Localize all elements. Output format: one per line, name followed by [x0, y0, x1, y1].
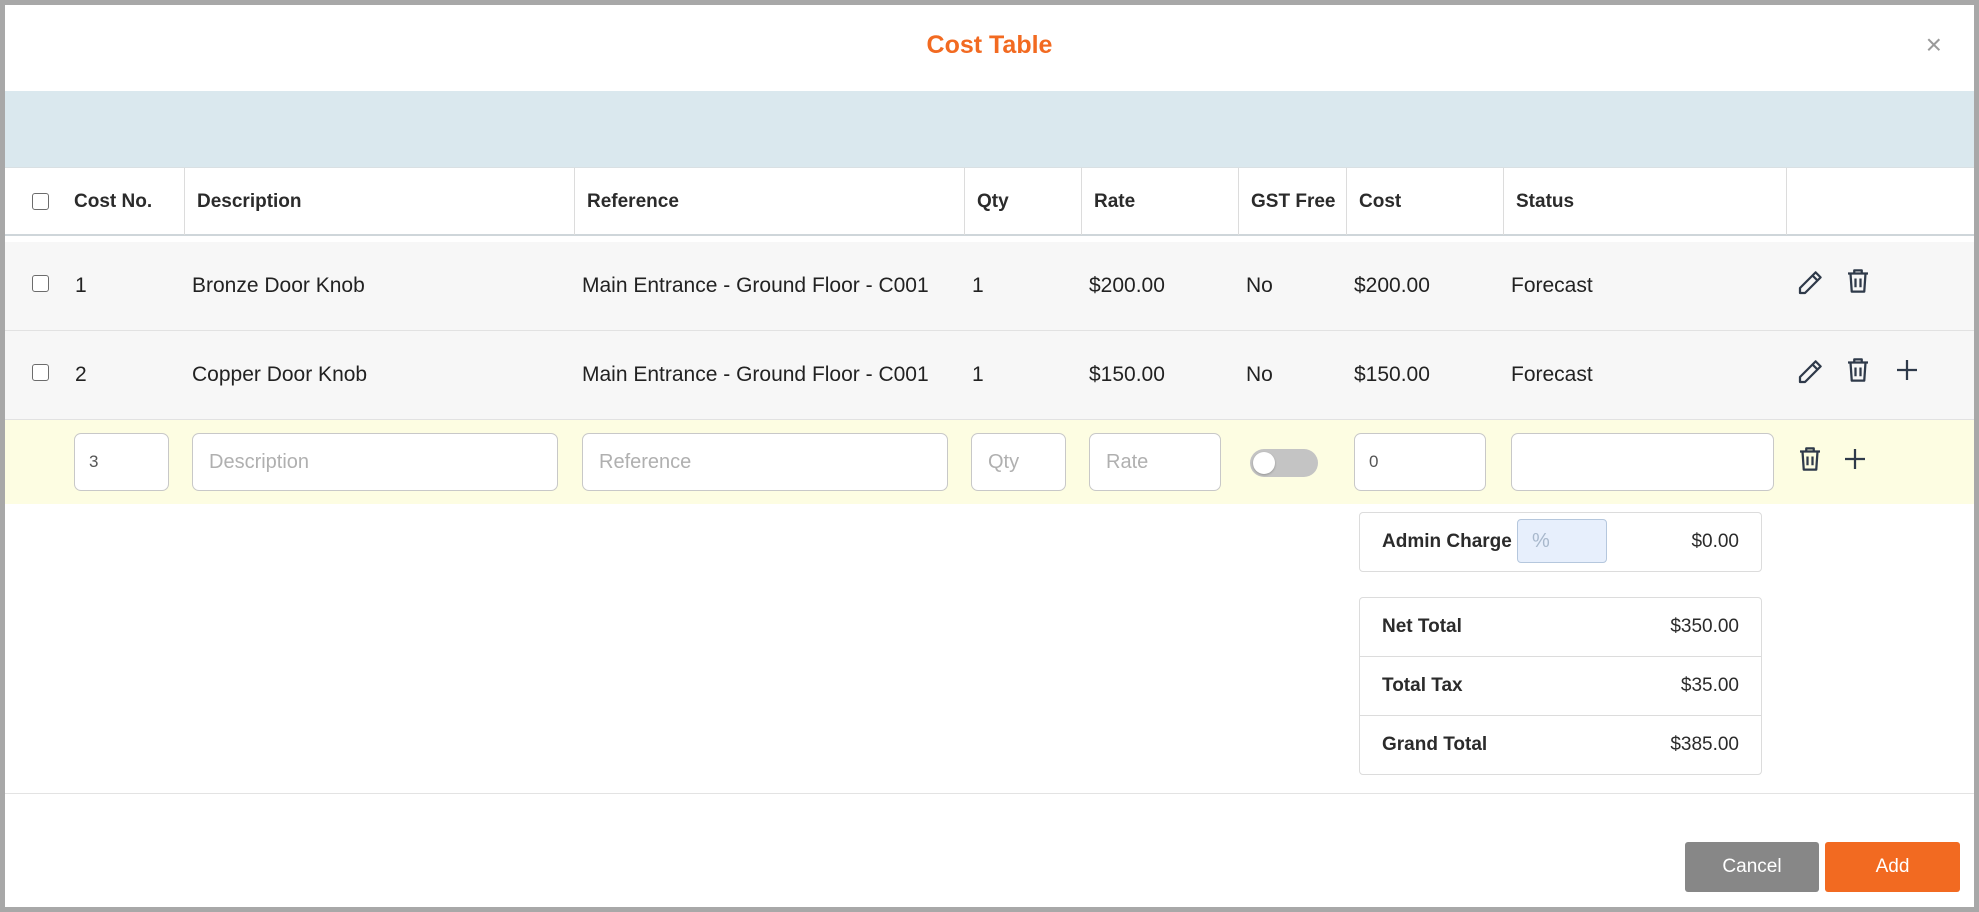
cost-input[interactable]	[1354, 433, 1486, 491]
plus-icon[interactable]	[1840, 444, 1870, 474]
pencil-icon[interactable]	[1795, 357, 1825, 387]
column-header-actions	[1787, 168, 1974, 235]
new-cost-row	[5, 420, 1974, 504]
cell-rate: $200.00	[1089, 274, 1165, 297]
net-total-value: $350.00	[1670, 616, 1739, 637]
cell-status: Forecast	[1511, 363, 1593, 386]
grand-total-label: Grand Total	[1382, 734, 1488, 755]
total-tax-value: $35.00	[1680, 675, 1739, 696]
column-header-cost-no: Cost No.	[62, 168, 185, 235]
trash-icon[interactable]	[1843, 355, 1873, 385]
trash-icon[interactable]	[1843, 266, 1873, 296]
total-tax-label: Total Tax	[1382, 675, 1463, 696]
column-header-qty: Qty	[965, 168, 1082, 235]
total-tax-row: Total Tax $35.00	[1360, 656, 1761, 715]
admin-charge-box: Admin Charge $0.00	[1359, 512, 1762, 572]
cancel-button[interactable]: Cancel	[1685, 842, 1819, 892]
net-total-row: Net Total $350.00	[1360, 598, 1761, 656]
cell-rate: $150.00	[1089, 363, 1165, 386]
close-icon[interactable]: ×	[1926, 31, 1942, 59]
cell-reference: Main Entrance - Ground Floor - C001	[582, 363, 929, 386]
cell-gst-free: No	[1246, 274, 1273, 297]
admin-charge-percent-input[interactable]	[1517, 519, 1607, 563]
cost-no-input[interactable]	[74, 433, 169, 491]
cell-description: Copper Door Knob	[192, 363, 368, 386]
description-input[interactable]	[192, 433, 558, 491]
pencil-icon[interactable]	[1795, 268, 1825, 298]
status-input[interactable]	[1511, 433, 1774, 491]
column-header-rate: Rate	[1082, 168, 1239, 235]
cell-gst-free: No	[1246, 363, 1273, 386]
qty-input[interactable]	[971, 433, 1066, 491]
cell-description: Bronze Door Knob	[192, 274, 365, 297]
cell-reference: Main Entrance - Ground Floor - C001	[582, 274, 929, 297]
rate-input[interactable]	[1089, 433, 1221, 491]
footer-divider	[5, 793, 1974, 794]
gst-free-toggle[interactable]	[1250, 449, 1318, 477]
trash-icon[interactable]	[1795, 444, 1825, 474]
select-all-checkbox[interactable]	[32, 193, 49, 210]
admin-charge-label: Admin Charge	[1382, 531, 1512, 552]
column-header-description: Description	[185, 168, 575, 235]
table-header: Cost No. Description Reference Qty Rate …	[5, 167, 1974, 236]
grand-total-row: Grand Total $385.00	[1360, 715, 1761, 774]
column-header-gst-free: GST Free	[1239, 168, 1347, 235]
admin-charge-amount: $0.00	[1691, 531, 1739, 552]
cell-qty: 1	[972, 274, 984, 297]
admin-charge-row: Admin Charge $0.00	[1360, 513, 1761, 571]
add-button[interactable]: Add	[1825, 842, 1960, 892]
row-checkbox[interactable]	[32, 275, 49, 292]
column-header-cost: Cost	[1347, 168, 1504, 235]
row-checkbox[interactable]	[32, 364, 49, 381]
totals-box: Net Total $350.00 Total Tax $35.00 Grand…	[1359, 597, 1762, 775]
modal-title: Cost Table	[926, 31, 1053, 59]
toggle-knob	[1253, 452, 1275, 474]
cost-table-modal: Cost Table × Cost No. Description Refere…	[0, 0, 1979, 912]
cell-cost-no: 1	[75, 274, 87, 297]
modal-header: Cost Table ×	[5, 5, 1974, 91]
column-header-status: Status	[1504, 168, 1787, 235]
cell-cost-no: 2	[75, 363, 87, 386]
table-row: 2 Copper Door Knob Main Entrance - Groun…	[5, 331, 1974, 420]
toolbar-band	[5, 91, 1974, 167]
table-row: 1 Bronze Door Knob Main Entrance - Groun…	[5, 242, 1974, 331]
cell-cost: $150.00	[1354, 363, 1430, 386]
cell-cost: $200.00	[1354, 274, 1430, 297]
grand-total-value: $385.00	[1670, 734, 1739, 755]
plus-icon[interactable]	[1892, 355, 1922, 385]
reference-input[interactable]	[582, 433, 948, 491]
net-total-label: Net Total	[1382, 616, 1462, 637]
cell-status: Forecast	[1511, 274, 1593, 297]
cell-qty: 1	[972, 363, 984, 386]
column-header-reference: Reference	[575, 168, 965, 235]
